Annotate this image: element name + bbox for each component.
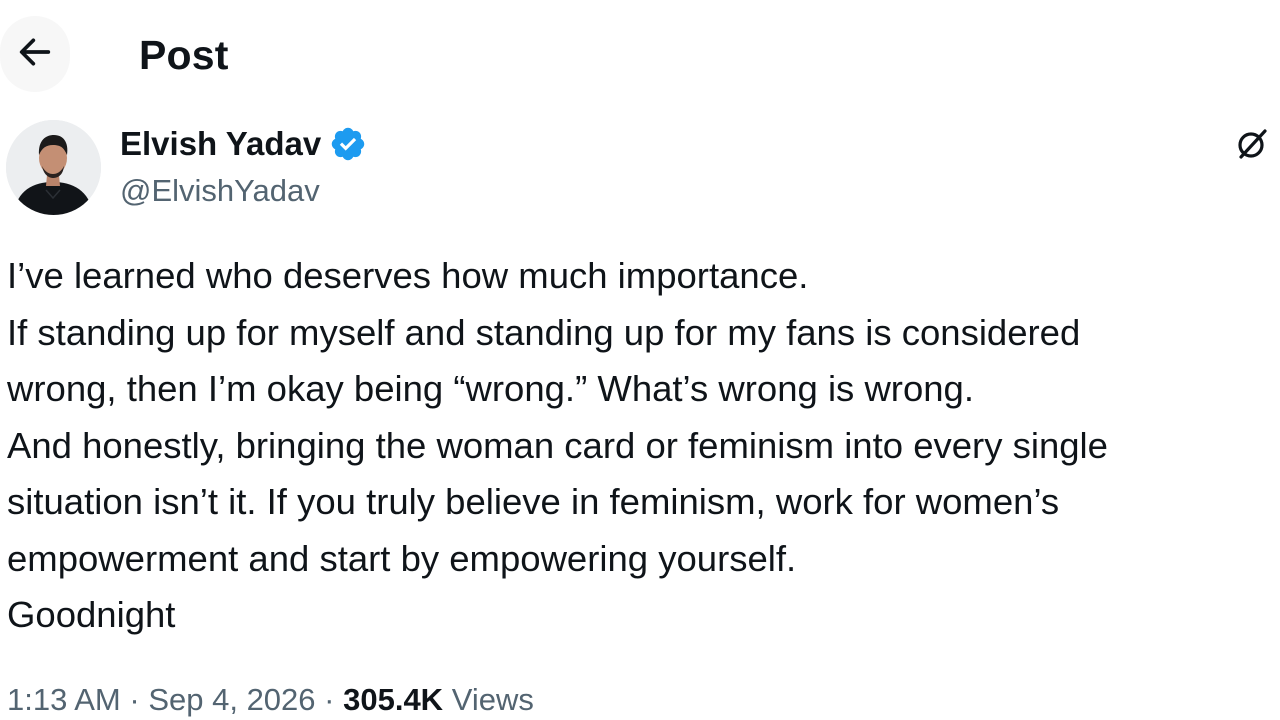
grok-button[interactable] xyxy=(1228,122,1276,170)
verified-badge-icon[interactable] xyxy=(329,125,367,163)
tweet-line: empowerment and start by empowering your… xyxy=(7,537,797,579)
views-count[interactable]: 305.4K xyxy=(343,682,443,717)
tweet-line: wrong, then I’m okay being “wrong.” What… xyxy=(7,368,975,409)
back-button[interactable] xyxy=(0,16,70,92)
avatar-image xyxy=(6,120,101,215)
avatar[interactable] xyxy=(6,120,101,215)
tweet-line: If standing up for myself and standing u… xyxy=(7,311,1081,353)
tweet-line: And honestly, bringing the woman card or… xyxy=(7,424,1108,466)
arrow-left-icon xyxy=(15,32,55,77)
views-label: Views xyxy=(451,682,534,717)
meta-separator: · xyxy=(129,682,140,717)
author-display-name-row[interactable]: Elvish Yadav xyxy=(120,124,367,164)
page-title: Post xyxy=(139,32,229,78)
tweet-line: I’ve learned who deserves how much impor… xyxy=(7,255,809,296)
tweet-text: I’ve learned who deserves how much impor… xyxy=(7,248,1272,644)
post-page: Post Elvish Yadav @ElvishYadav I’ve lear… xyxy=(0,0,1280,720)
tweet-date[interactable]: Sep 4, 2026 xyxy=(148,682,315,717)
header-bar: Post xyxy=(0,0,1280,108)
author-display-name[interactable]: Elvish Yadav xyxy=(120,124,321,164)
author-handle[interactable]: @ElvishYadav xyxy=(120,172,320,210)
tweet-line: Goodnight xyxy=(7,594,176,635)
tweet-meta: 1:13 AM · Sep 4, 2026 · 305.4K Views xyxy=(7,680,534,720)
tweet-line: situation isn’t it. If you truly believe… xyxy=(7,481,1060,522)
grok-icon xyxy=(1232,124,1272,169)
tweet-time[interactable]: 1:13 AM xyxy=(7,682,121,717)
meta-separator: · xyxy=(324,682,335,717)
